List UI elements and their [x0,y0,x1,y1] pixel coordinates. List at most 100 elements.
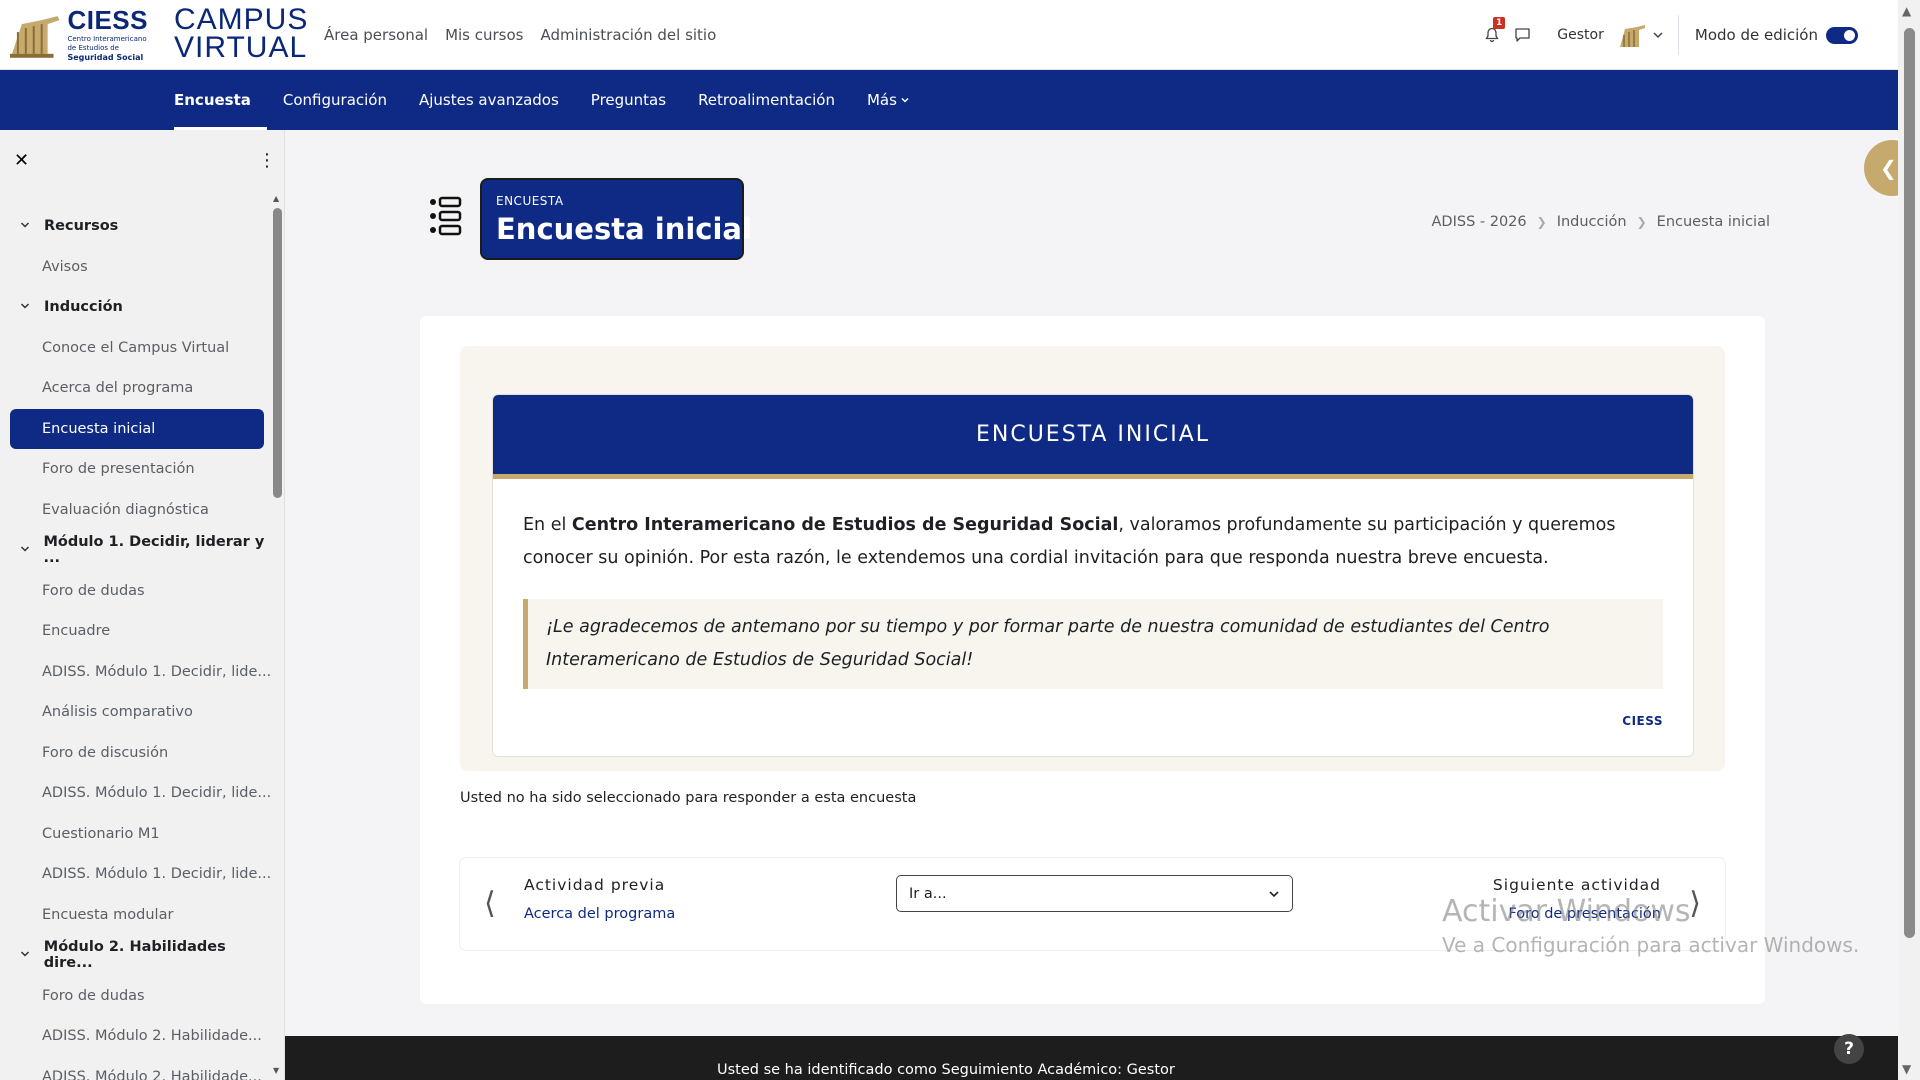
breadcrumb-section[interactable]: Inducción [1557,214,1627,230]
intro-heading: ENCUESTA INICIAL [493,395,1693,479]
nav-area-personal[interactable]: Área personal [324,26,428,44]
header-divider [1677,15,1679,55]
nav-administracion[interactable]: Administración del sitio [540,26,716,44]
sidebar-item[interactable]: Evaluación diagnóstica [0,490,275,531]
previous-activity: Actividad previa Acerca del programa [524,876,675,922]
sidebar-item[interactable]: ADISS. Módulo 2. Habilidade... [0,1057,275,1080]
sidebar-section[interactable]: Recursos [0,206,275,247]
user-name: Gestor [1557,27,1604,43]
sidebar-item[interactable]: Encuesta modular [0,895,275,936]
jump-to-value: Ir a... [909,885,947,902]
ciess-line-3: Seguridad Social [67,53,144,62]
tab-mas[interactable]: Más [851,70,926,130]
chevron-right-icon: ❯ [1536,215,1547,229]
nav-mis-cursos[interactable]: Mis cursos [445,26,523,44]
activity-type-label: ENCUESTA [496,194,564,208]
intro-signature: CIESS [1622,714,1663,728]
breadcrumb-current: Encuesta inicial [1656,214,1770,230]
sidebar-item-label: Encuesta inicial [42,420,156,437]
chevron-down-icon[interactable] [20,544,31,557]
sidebar-item[interactable]: ADISS. Módulo 1. Decidir, lide... [0,854,275,895]
ciess-line-2: de Estudios de [67,44,119,52]
sidebar-item-label: Conoce el Campus Virtual [42,339,230,356]
sidebar-item-label: ADISS. Módulo 1. Decidir, lide... [42,866,272,883]
breadcrumb-course[interactable]: ADISS - 2026 [1432,214,1527,230]
survey-intro-box: ENCUESTA INICIAL En el Centro Interameri… [492,394,1694,757]
sidebar-item[interactable]: Foro de dudas [0,571,275,612]
sidebar-item[interactable]: ADISS. Módulo 1. Decidir, lide... [0,773,275,814]
ciess-logo[interactable]: CIESS Centro Interamericano de Estudios … [8,6,148,64]
sidebar-item-label: Foro de presentación [42,461,195,478]
not-selected-notice: Usted no ha sido seleccionado para respo… [460,790,917,806]
tab-preguntas[interactable]: Preguntas [575,70,682,130]
messages-button[interactable] [1507,20,1537,50]
sidebar-item[interactable]: Avisos [0,247,275,288]
tab-retroalimentacion[interactable]: Retroalimentación [682,70,851,130]
logged-in-as-text: Usted se ha identificado como Seguimient… [717,1062,1175,1078]
kebab-menu-icon[interactable]: ⋮ [258,150,276,171]
sidebar-item[interactable]: Conoce el Campus Virtual [0,328,275,369]
edit-mode-label: Modo de edición [1694,26,1818,44]
page-scrollbar-thumb[interactable] [1904,28,1915,938]
intro-paragraph: En el Centro Interamericano de Estudios … [523,515,1616,568]
sidebar-item[interactable]: Acerca del programa [0,368,275,409]
sidebar-section[interactable]: Módulo 1. Decidir, liderar y ... [0,530,275,571]
page-footer: Usted se ha identificado como Seguimient… [285,1036,1898,1080]
top-header: CIESS Centro Interamericano de Estudios … [0,0,1898,70]
chevron-down-icon[interactable] [20,949,32,962]
jump-to-select[interactable]: Ir a... [896,875,1293,912]
sidebar-section[interactable]: Módulo 2. Habilidades dire... [0,935,275,976]
chevron-left-icon: ❮ [1880,156,1897,180]
primary-nav: Área personal Mis cursos Administración … [324,0,716,70]
chat-icon [1515,28,1530,42]
activity-tabs: Encuesta Configuración Ajustes avanzados… [0,70,1898,130]
sidebar-section[interactable]: Inducción [0,287,275,328]
sidebar-item-label: Acerca del programa [42,380,194,397]
campus-logo-line-1: CAMPUS [174,3,309,36]
sidebar-item-label: Foro de dudas [42,987,145,1004]
page-scroll-up-arrow[interactable]: ▲ [1902,4,1911,18]
chevron-down-icon[interactable] [20,301,32,314]
sidebar-item[interactable]: Encuadre [0,611,275,652]
sidebar-item-label: ADISS. Módulo 2. Habilidade... [42,1028,262,1045]
sidebar-item[interactable]: Foro de presentación [0,449,275,490]
previous-activity-label: Actividad previa [524,876,666,894]
sidebar-item-label: Módulo 2. Habilidades dire... [43,939,226,972]
help-button[interactable]: ? [1834,1034,1864,1064]
edit-mode-toggle[interactable] [1826,26,1858,44]
sidebar-item-active[interactable]: Encuesta inicial [10,408,264,449]
sidebar-item[interactable]: Análisis comparativo [0,692,275,733]
chevron-down-icon[interactable] [20,220,32,233]
tab-configuracion[interactable]: Configuración [267,70,403,130]
campus-virtual-logo[interactable]: CAMPUS VIRTUAL [174,3,309,63]
notifications-button[interactable]: 1 [1477,17,1507,50]
previous-activity-link[interactable]: Acerca del programa [524,906,675,922]
sidebar-item-label: Foro de dudas [42,582,145,599]
tab-ajustes-avanzados[interactable]: Ajustes avanzados [403,70,575,130]
sidebar-item[interactable]: ADISS. Módulo 2. Habilidade... [0,1016,275,1057]
sidebar-item[interactable]: Foro de discusión [0,733,275,774]
sidebar-item-label: Encuesta modular [42,906,174,923]
user-avatar[interactable] [1618,21,1646,49]
chevron-down-icon [901,97,909,103]
survey-list-icon [430,196,462,236]
sidebar-item-label: ADISS. Módulo 2. Habilidade... [42,1068,262,1080]
chevron-down-icon [1269,890,1279,897]
sidebar-item[interactable]: Foro de dudas [0,976,275,1017]
scroll-up-arrow[interactable]: ▲ [273,194,279,203]
next-activity-label: Siguiente actividad [1492,876,1661,894]
ciess-emblem-icon [9,16,60,58]
chevron-down-icon[interactable] [1652,29,1664,41]
tab-encuesta[interactable]: Encuesta [158,70,267,130]
previous-activity-arrow[interactable]: ⟨ [484,886,496,921]
close-drawer-button[interactable]: ✕ [14,150,29,171]
sidebar-item-label: Cuestionario M1 [42,825,160,842]
sidebar-item-label: Foro de discusión [42,744,169,761]
sidebar-item-label: ADISS. Módulo 1. Decidir, lide... [42,663,272,680]
intro-quote: ¡Le agradecemos de antemano por su tiemp… [523,599,1663,689]
sidebar-item-label: Análisis comparativo [42,704,193,721]
page-scroll-down-arrow[interactable]: ▼ [1902,1062,1911,1076]
sidebar-item[interactable]: ADISS. Módulo 1. Decidir, lide... [0,652,275,693]
sidebar-item[interactable]: Cuestionario M1 [0,814,275,855]
course-index-list: Recursos Avisos Inducción Conoce el Campus … [0,206,275,1080]
